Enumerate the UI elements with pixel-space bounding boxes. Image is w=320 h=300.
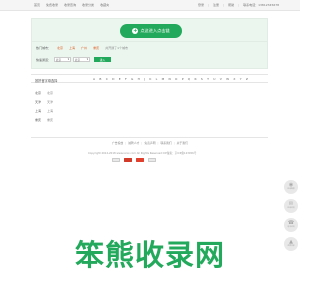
float-button-caption: 在线客服 [287,188,295,191]
province-name: 重庆 [35,118,42,122]
float-button-caption: 在线咨询 [287,207,295,210]
letter-link[interactable]: G [131,78,133,81]
copyright-text: Copyright 2012-2018 www.xxxx.com All Rig… [88,152,197,155]
hot-cities-row: 热门城市： 北京 上海 广州 重庆 共开通了1个城市 [36,46,128,50]
register-link[interactable]: 注册 [213,4,219,7]
letter-link[interactable]: C [106,78,108,81]
hero-banner: + 点这进入点击链 [31,18,268,42]
floating-sidebar: ◉ 在线客服 ✉ 在线咨询 ☎ 电话咨询 ▲ 返回顶部 [284,180,298,251]
footer-link[interactable]: 诚聘人才 [128,141,139,145]
float-button[interactable]: ◉ 在线客服 [284,180,298,194]
float-button-caption: 返回顶部 [287,245,295,248]
letter-link[interactable]: P [182,78,184,81]
plus-icon: + [132,28,139,34]
letter-link[interactable]: Y [240,78,242,81]
letter-link[interactable]: S [201,78,203,81]
letter-link[interactable]: Z [246,78,248,81]
letter-link[interactable]: L [156,78,158,81]
nav-category-link[interactable]: 收录分类 [82,4,94,7]
city-select[interactable]: 北京 ▾ [73,57,91,62]
divider: | [238,3,240,7]
trust-badge-icon[interactable] [136,158,144,162]
footer-link[interactable]: 关于我们 [177,141,188,145]
footer-link[interactable]: 联系我们 [160,141,171,145]
letter-index-list: A B C D E F G H J K L MN O P Q R S T U V W X Y Z [93,78,248,81]
letter-index-title: 按拼音字母选择 [35,79,58,83]
divider: | [141,141,143,145]
watermark-logo: 笨熊收录网 [74,238,225,272]
nav-home-link[interactable]: 首页 [34,4,40,7]
hot-city-link[interactable]: 上海 [69,46,75,50]
footer-links: 广告投放 | 诚聘人才 | 免责声明 | 联系我们 | 关于我们 [112,141,188,145]
letter-link[interactable]: M [162,78,165,81]
letter-link[interactable]: K [149,78,151,81]
float-button[interactable]: ▲ 返回顶部 [284,237,298,251]
province-select-value: 北京 [56,58,62,62]
hot-city-link[interactable]: 北京 [57,46,63,50]
trust-badge-icon[interactable] [148,158,156,162]
quick-access-row: 快速通道： 北京 ▾ 北京 ▾ 进入 [36,57,112,62]
enter-button[interactable]: + 点这进入点击链 [120,24,182,38]
list-item: 重庆 重庆 [35,119,53,128]
divider: | [208,3,210,7]
letter-link[interactable]: N [168,78,170,81]
footer-link[interactable]: 广告投放 [112,141,123,145]
letter-link[interactable]: H [138,78,140,81]
letter-link[interactable]: V [220,78,222,81]
nav-favorites-link[interactable]: 收藏夹 [100,4,109,7]
divider: | [223,3,225,7]
enter-button-label: 点这进入点击链 [140,28,170,33]
letter-link[interactable]: R [194,78,196,81]
letter-link[interactable]: F [125,78,127,81]
divider: | [173,141,175,145]
footer-divider [31,137,268,138]
float-button-caption: 电话咨询 [287,226,295,229]
letter-link[interactable]: A [93,78,95,81]
trust-badge-icon[interactable] [124,158,132,162]
chevron-down-icon: ▾ [86,58,89,61]
letter-link[interactable]: X [233,78,235,81]
city-panel: 热门城市： 北京 上海 广州 重庆 共开通了1个城市 快速通道： 北京 ▾ 北京… [31,42,268,69]
city-list: 北京 北京 天津 天津 上海 上海 重庆 重庆 [35,92,53,128]
hot-cities-label: 热门城市： [36,46,52,50]
letter-link[interactable]: E [119,78,121,81]
quick-access-label: 快速通道： [36,57,52,62]
letter-link[interactable]: D [112,78,114,81]
go-button[interactable]: 进入 [94,57,112,62]
city-select-value: 北京 [75,58,81,62]
chevron-down-icon: ▾ [67,58,70,61]
float-button[interactable]: ✉ 在线咨询 [284,199,298,213]
divider: | [125,141,127,145]
letter-link[interactable]: B [99,78,101,81]
help-link[interactable]: 帮助 [228,4,234,7]
letter-link[interactable]: U [213,78,215,81]
trust-badge-icon[interactable] [112,158,120,162]
hot-cities-note: 共开通了1个城市 [105,46,128,50]
letter-link[interactable]: W [226,78,229,81]
top-bar: 首页 免费收录 收录查询 收录分类 收藏夹 登录 | 注册 | 帮助 | 联系电… [0,0,300,11]
nav-free-submit-link[interactable]: 免费收录 [46,4,58,7]
city-link[interactable]: 重庆 [47,119,53,128]
hot-city-link[interactable]: 广州 [81,46,87,50]
province-select[interactable]: 北京 ▾ [54,57,72,62]
login-link[interactable]: 登录 [198,4,204,7]
letter-link[interactable]: Q [188,78,190,81]
letter-index-bar: 按拼音字母选择 A B C D E F G H J K L MN O P Q R S T U V W X Y Z [31,74,268,83]
letter-link[interactable]: T [207,78,209,81]
trust-badges [112,158,156,162]
float-button[interactable]: ☎ 电话咨询 [284,218,298,232]
contact-phone: 联系电话：13812345678 [243,3,280,7]
nav-query-link[interactable]: 收录查询 [64,4,76,7]
letter-link[interactable]: O [175,78,177,81]
letter-link[interactable]: J [144,78,145,81]
divider: | [157,141,159,145]
hot-city-link[interactable]: 重庆 [93,46,99,50]
footer-link[interactable]: 免责声明 [144,141,155,145]
